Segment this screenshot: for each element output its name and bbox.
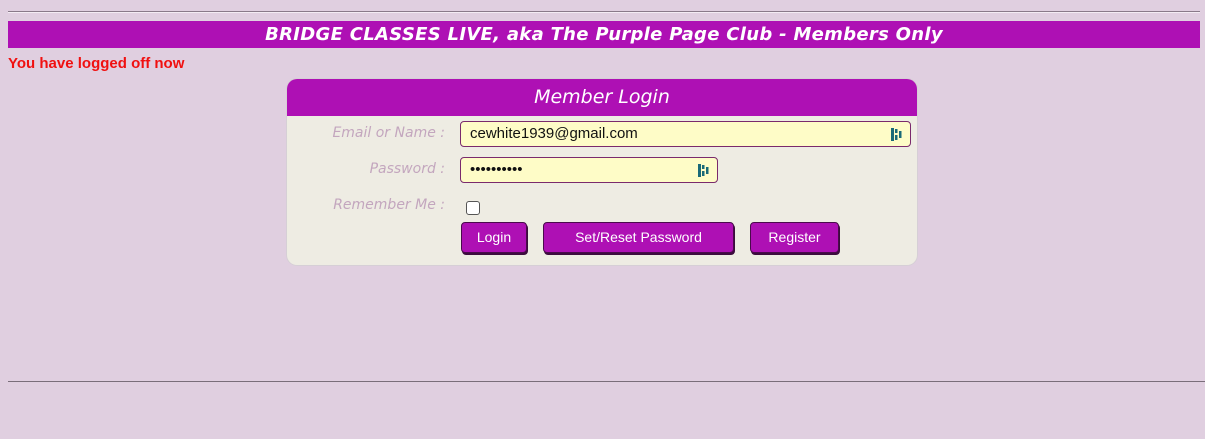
password-row: Password : •••••••••• [287,157,917,185]
top-divider [8,11,1200,13]
email-label: Email or Name : [332,125,445,141]
remember-label: Remember Me : [333,197,445,213]
remember-me-checkbox[interactable] [466,201,480,215]
login-panel: Member Login Email or Name : cewhite1939… [287,79,917,265]
password-manager-icon[interactable] [698,164,710,177]
password-field[interactable]: •••••••••• [460,157,718,183]
email-row: Email or Name : cewhite1939@gmail.com [287,121,917,149]
site-title: BRIDGE CLASSES LIVE, aka The Purple Page… [265,24,943,45]
password-value: •••••••••• [470,161,523,178]
login-button[interactable]: Login [461,222,527,253]
register-button[interactable]: Register [750,222,839,253]
password-manager-icon[interactable] [891,128,903,141]
page: BRIDGE CLASSES LIVE, aka The Purple Page… [0,0,1205,439]
login-title: Member Login [287,79,917,116]
reset-password-button[interactable]: Set/Reset Password [543,222,734,253]
email-field[interactable]: cewhite1939@gmail.com [460,121,911,147]
email-value: cewhite1939@gmail.com [470,125,638,142]
logout-message: You have logged off now [8,55,185,72]
password-label: Password : [369,161,445,177]
bottom-divider [8,381,1205,382]
remember-row: Remember Me : [287,193,917,221]
site-header: BRIDGE CLASSES LIVE, aka The Purple Page… [8,21,1200,48]
button-row: Login Set/Reset Password Register [287,222,917,255]
